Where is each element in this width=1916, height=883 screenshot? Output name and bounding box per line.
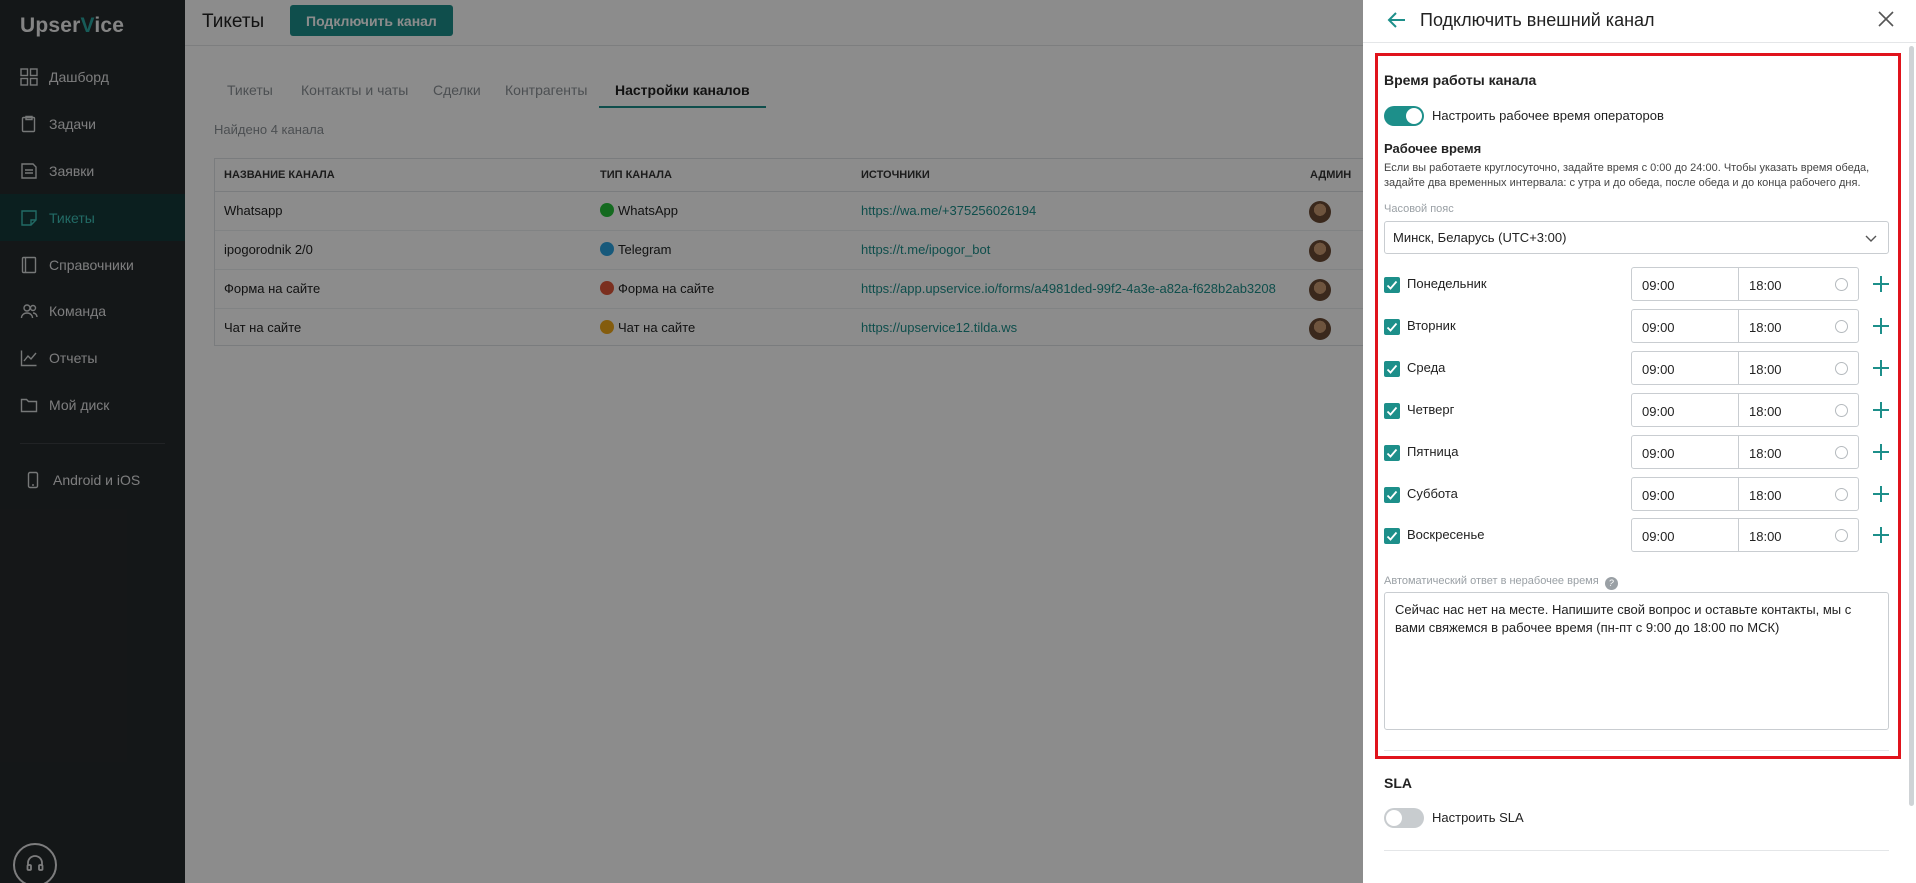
time-from-input[interactable]: 09:00 — [1631, 393, 1739, 427]
time-to-input[interactable]: 18:00 — [1738, 435, 1859, 469]
sla-title: SLA — [1384, 775, 1412, 791]
day-row-monday: Понедельник 09:00 18:00 — [1384, 267, 1894, 301]
autoreply-textarea[interactable]: Сейчас нас нет на месте. Напишите свой в… — [1384, 592, 1889, 730]
panel-title: Подключить внешний канал — [1420, 10, 1655, 30]
day-name: Понедельник — [1407, 276, 1487, 291]
schedule-hint: Если вы работаете круглосуточно, задайте… — [1384, 162, 1870, 189]
clock-icon — [1835, 320, 1848, 333]
time-from-input[interactable]: 09:00 — [1631, 351, 1739, 385]
modal-overlay[interactable] — [0, 0, 1363, 883]
clock-icon — [1835, 278, 1848, 291]
day-row-sunday: Воскресенье 09:00 18:00 — [1384, 518, 1894, 552]
timezone-select[interactable]: Минск, Беларусь (UTC+3:00) — [1384, 221, 1889, 254]
autoreply-label: Автоматический ответ в нерабочее время? — [1384, 575, 1618, 590]
day-row-tuesday: Вторник 09:00 18:00 — [1384, 309, 1894, 343]
day-checkbox[interactable] — [1384, 361, 1400, 377]
back-arrow-icon[interactable] — [1386, 9, 1408, 31]
day-name: Пятница — [1407, 444, 1459, 459]
add-interval-icon[interactable] — [1871, 274, 1891, 294]
time-from-input[interactable]: 09:00 — [1631, 309, 1739, 343]
day-checkbox[interactable] — [1384, 445, 1400, 461]
work-hours-toggle-label: Настроить рабочее время операторов — [1432, 108, 1664, 123]
day-checkbox[interactable] — [1384, 528, 1400, 544]
panel-header: Подключить внешний канал — [1363, 0, 1916, 43]
sla-toggle-label: Настроить SLA — [1432, 810, 1524, 825]
clock-icon — [1835, 362, 1848, 375]
time-to-input[interactable]: 18:00 — [1738, 393, 1859, 427]
timezone-label: Часовой пояс — [1384, 203, 1454, 215]
chevron-down-icon — [1864, 231, 1878, 245]
work-hours-toggle[interactable] — [1384, 106, 1424, 126]
timezone-value: Минск, Беларусь (UTC+3:00) — [1393, 230, 1567, 245]
day-name: Среда — [1407, 360, 1446, 375]
day-checkbox[interactable] — [1384, 403, 1400, 419]
time-from-input[interactable]: 09:00 — [1631, 267, 1739, 301]
add-interval-icon[interactable] — [1871, 400, 1891, 420]
connect-channel-panel: Подключить внешний канал Время работы ка… — [1363, 0, 1916, 883]
day-row-friday: Пятница 09:00 18:00 — [1384, 435, 1894, 469]
add-interval-icon[interactable] — [1871, 316, 1891, 336]
day-row-wednesday: Среда 09:00 18:00 — [1384, 351, 1894, 385]
day-checkbox[interactable] — [1384, 319, 1400, 335]
time-to-input[interactable]: 18:00 — [1738, 309, 1859, 343]
add-interval-icon[interactable] — [1871, 442, 1891, 462]
schedule-title: Рабочее время — [1384, 141, 1482, 156]
time-to-input[interactable]: 18:00 — [1738, 267, 1859, 301]
help-icon[interactable]: ? — [1604, 577, 1618, 590]
work-hours-title: Время работы канала — [1384, 72, 1537, 88]
day-name: Четверг — [1407, 402, 1455, 417]
day-name: Вторник — [1407, 318, 1456, 333]
section-divider — [1384, 850, 1889, 851]
add-interval-icon[interactable] — [1871, 525, 1891, 545]
clock-icon — [1835, 529, 1848, 542]
day-row-thursday: Четверг 09:00 18:00 — [1384, 393, 1894, 427]
day-name: Суббота — [1407, 486, 1458, 501]
add-interval-icon[interactable] — [1871, 484, 1891, 504]
time-from-input[interactable]: 09:00 — [1631, 518, 1739, 552]
day-name: Воскресенье — [1407, 527, 1485, 542]
clock-icon — [1835, 404, 1848, 417]
day-checkbox[interactable] — [1384, 277, 1400, 293]
time-from-input[interactable]: 09:00 — [1631, 435, 1739, 469]
time-to-input[interactable]: 18:00 — [1738, 518, 1859, 552]
time-from-input[interactable]: 09:00 — [1631, 477, 1739, 511]
scrollbar[interactable] — [1909, 46, 1914, 806]
time-to-input[interactable]: 18:00 — [1738, 351, 1859, 385]
add-interval-icon[interactable] — [1871, 358, 1891, 378]
sla-toggle[interactable] — [1384, 808, 1424, 828]
time-to-input[interactable]: 18:00 — [1738, 477, 1859, 511]
clock-icon — [1835, 446, 1848, 459]
day-checkbox[interactable] — [1384, 487, 1400, 503]
close-icon[interactable] — [1875, 8, 1897, 30]
section-divider — [1384, 750, 1889, 751]
clock-icon — [1835, 488, 1848, 501]
day-row-saturday: Суббота 09:00 18:00 — [1384, 477, 1894, 511]
